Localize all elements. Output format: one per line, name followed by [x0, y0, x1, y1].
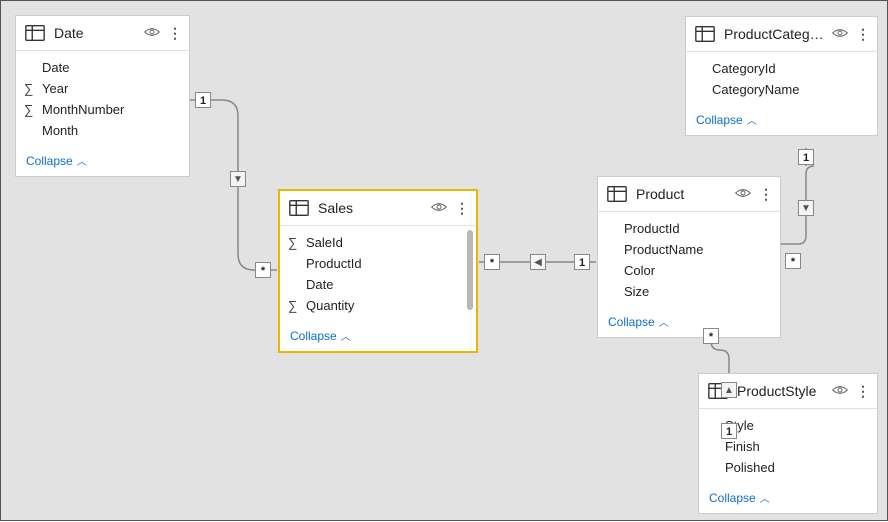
- field-name: Finish: [725, 439, 760, 454]
- table-header[interactable]: ProductCategory ⋮: [686, 17, 877, 52]
- cardinality-many: *: [785, 253, 801, 269]
- more-icon[interactable]: ⋮: [856, 27, 869, 41]
- cardinality-many: *: [255, 262, 271, 278]
- table-header[interactable]: Sales ⋮: [280, 191, 476, 226]
- chevron-up-icon: ︿: [747, 112, 757, 127]
- field-row[interactable]: ∑ SaleId: [280, 232, 476, 253]
- sigma-icon: ∑: [288, 235, 297, 250]
- field-name: MonthNumber: [42, 102, 124, 117]
- field-list: Style Finish Polished: [699, 409, 877, 484]
- cardinality-many: *: [703, 328, 719, 344]
- table-header[interactable]: Product ⋮: [598, 177, 780, 212]
- field-row[interactable]: ProductName: [598, 239, 780, 260]
- field-row[interactable]: Color: [598, 260, 780, 281]
- chevron-up-icon: ︿: [659, 314, 669, 329]
- field-row[interactable]: ∑ Quantity: [280, 295, 476, 316]
- collapse-button[interactable]: Collapse︿: [598, 308, 780, 337]
- field-row[interactable]: ProductId: [598, 218, 780, 239]
- field-name: ProductId: [306, 256, 362, 271]
- field-list: ProductId ProductName Color Size: [598, 212, 780, 308]
- field-row[interactable]: Date: [280, 274, 476, 295]
- collapse-button[interactable]: Collapse︿: [16, 147, 189, 176]
- field-name: ProductId: [624, 221, 680, 236]
- field-name: Date: [306, 277, 333, 292]
- visibility-icon[interactable]: [144, 26, 160, 40]
- field-name: Month: [42, 123, 78, 138]
- visibility-icon[interactable]: [735, 187, 751, 201]
- field-row[interactable]: Size: [598, 281, 780, 302]
- field-name: Polished: [725, 460, 775, 475]
- table-date[interactable]: Date ⋮ Date ∑ Year ∑ MonthNumber Month Col…: [15, 15, 190, 177]
- chevron-up-icon: ︿: [77, 153, 87, 168]
- field-list: CategoryId CategoryName: [686, 52, 877, 106]
- filter-direction-icon[interactable]: ◀: [530, 254, 546, 270]
- field-name: CategoryId: [712, 61, 776, 76]
- field-list: Date ∑ Year ∑ MonthNumber Month: [16, 51, 189, 147]
- collapse-button[interactable]: Collapse︿: [699, 484, 877, 513]
- filter-direction-icon[interactable]: ▲: [721, 382, 737, 398]
- table-product[interactable]: Product ⋮ ProductId ProductName Color Si…: [597, 176, 781, 338]
- table-productcategory[interactable]: ProductCategory ⋮ CategoryId CategoryNam…: [685, 16, 878, 136]
- model-canvas[interactable]: Date ⋮ Date ∑ Year ∑ MonthNumber Month Col…: [0, 0, 888, 521]
- visibility-icon[interactable]: [832, 384, 848, 398]
- filter-direction-icon[interactable]: ▼: [230, 171, 246, 187]
- more-icon[interactable]: ⋮: [168, 26, 181, 40]
- table-title: Product: [636, 186, 727, 202]
- field-list: ∑ SaleId ProductId Date ∑ Quantity: [280, 226, 476, 322]
- cardinality-one: 1: [798, 149, 814, 165]
- field-row[interactable]: CategoryName: [686, 79, 877, 100]
- cardinality-many: *: [484, 254, 500, 270]
- field-row[interactable]: ProductId: [280, 253, 476, 274]
- collapse-button[interactable]: Collapse︿: [686, 106, 877, 135]
- field-row[interactable]: Date: [16, 57, 189, 78]
- sigma-icon: ∑: [288, 298, 297, 313]
- sigma-icon: ∑: [24, 81, 33, 96]
- chevron-up-icon: ︿: [341, 328, 351, 343]
- table-sales[interactable]: Sales ⋮ ∑ SaleId ProductId Date ∑ Quantity…: [278, 189, 478, 353]
- field-name: CategoryName: [712, 82, 799, 97]
- cardinality-one: 1: [195, 92, 211, 108]
- field-name: ProductName: [624, 242, 703, 257]
- field-name: Date: [42, 60, 69, 75]
- table-header[interactable]: Date ⋮: [16, 16, 189, 51]
- filter-direction-icon[interactable]: ▼: [798, 200, 814, 216]
- cardinality-one: 1: [574, 254, 590, 270]
- table-title: Sales: [318, 200, 423, 216]
- chevron-up-icon: ︿: [760, 490, 770, 505]
- visibility-icon[interactable]: [431, 201, 447, 215]
- field-row[interactable]: CategoryId: [686, 58, 877, 79]
- field-name: Year: [42, 81, 68, 96]
- field-row[interactable]: ∑ Year: [16, 78, 189, 99]
- table-title: Date: [54, 25, 136, 41]
- table-icon: [24, 22, 46, 44]
- more-icon[interactable]: ⋮: [759, 187, 772, 201]
- field-row[interactable]: Month: [16, 120, 189, 141]
- table-icon: [606, 183, 628, 205]
- field-row[interactable]: ∑ MonthNumber: [16, 99, 189, 120]
- visibility-icon[interactable]: [832, 27, 848, 41]
- table-icon: [288, 197, 310, 219]
- field-name: Size: [624, 284, 649, 299]
- field-row[interactable]: Polished: [699, 457, 877, 478]
- table-title: ProductStyle: [737, 383, 824, 399]
- more-icon[interactable]: ⋮: [455, 201, 468, 215]
- field-name: Color: [624, 263, 655, 278]
- more-icon[interactable]: ⋮: [856, 384, 869, 398]
- sigma-icon: ∑: [24, 102, 33, 117]
- table-title: ProductCategory: [724, 26, 824, 42]
- field-name: SaleId: [306, 235, 343, 250]
- table-icon: [694, 23, 716, 45]
- field-name: Quantity: [306, 298, 354, 313]
- scrollbar[interactable]: [467, 230, 473, 310]
- collapse-button[interactable]: Collapse︿: [280, 322, 476, 351]
- cardinality-one: 1: [721, 423, 737, 439]
